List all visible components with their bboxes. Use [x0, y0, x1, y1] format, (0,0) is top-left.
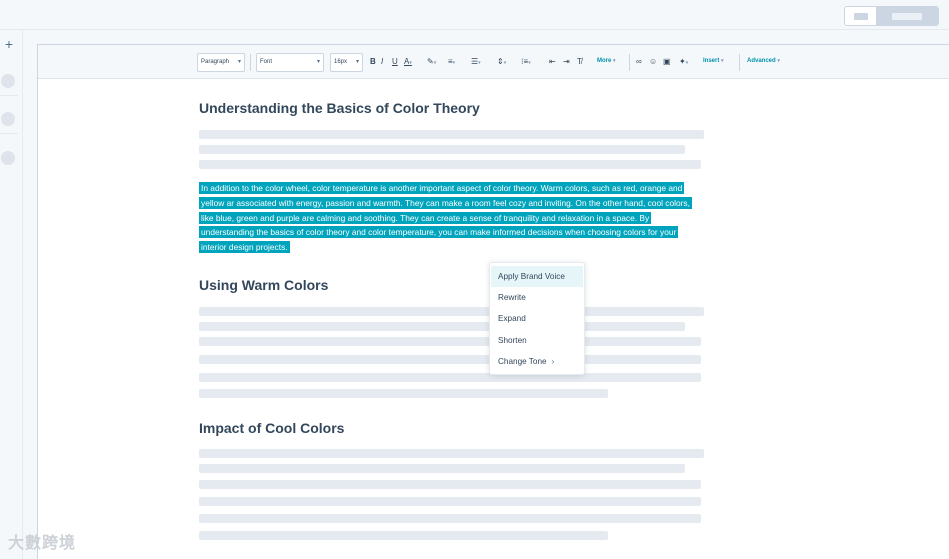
- placeholder-line: [199, 130, 704, 139]
- outdent-button[interactable]: ⇤: [549, 57, 556, 67]
- ai-context-menu: Apply Brand Voice Rewrite Expand Shorten…: [489, 262, 585, 375]
- view-toggle[interactable]: [844, 6, 939, 26]
- placeholder-line: [199, 389, 608, 398]
- chevron-down-icon: ▾: [613, 58, 616, 64]
- font-select[interactable]: Font ▾: [256, 53, 324, 72]
- advanced-menu[interactable]: Advanced ▾: [747, 58, 780, 64]
- selected-text: In addition to the color wheel, color te…: [199, 182, 692, 254]
- placeholder-line: [199, 160, 701, 169]
- paragraph-style-select[interactable]: Paragraph ▾: [197, 53, 245, 72]
- sparkle-icon: ✦: [679, 57, 686, 66]
- font-value: Font: [260, 59, 273, 65]
- placeholder-line: [199, 373, 701, 382]
- chevron-down-icon: ▾: [685, 60, 689, 66]
- indent-button[interactable]: ⇥: [563, 57, 570, 67]
- view-toggle-option-a[interactable]: [845, 7, 876, 25]
- font-size-select[interactable]: 16px ▾: [330, 53, 363, 72]
- menu-item-shorten[interactable]: Shorten: [491, 330, 583, 351]
- indent-icon: ⇥: [563, 57, 570, 66]
- line-spacing-button[interactable]: ⇕▾: [497, 57, 506, 68]
- italic-button[interactable]: I: [381, 57, 383, 67]
- editor-toolbar: Paragraph ▾ Font ▾ 16px ▾ B I U A▾ ✎▾ ≡▾…: [38, 45, 949, 79]
- emoji-icon: ☺: [649, 57, 658, 66]
- highlighter-icon: ✎: [427, 57, 434, 66]
- chevron-down-icon: ▾: [528, 60, 531, 66]
- chevron-down-icon: ▾: [316, 59, 320, 65]
- chevron-down-icon: ▾: [409, 60, 412, 66]
- text-color-button[interactable]: A▾: [404, 57, 412, 68]
- rail-divider: [0, 133, 18, 134]
- chevron-down-icon: ▾: [478, 60, 481, 66]
- chevron-down-icon: ▾: [237, 59, 241, 65]
- placeholder-line: [199, 449, 704, 458]
- clear-format-button[interactable]: T̸: [577, 57, 582, 67]
- chevron-down-icon: ▾: [777, 58, 780, 64]
- image-button[interactable]: ▣: [663, 57, 671, 67]
- heading-warm-colors: Using Warm Colors: [199, 277, 329, 293]
- placeholder-line: [199, 480, 701, 489]
- watermark-logo: 大數跨境: [8, 535, 77, 552]
- image-icon: ▣: [663, 57, 671, 66]
- align-button[interactable]: ≡▾: [448, 57, 455, 68]
- more-label: More: [597, 58, 612, 64]
- ai-assist-button[interactable]: ✦▾: [679, 57, 688, 68]
- insert-menu[interactable]: Insert ▾: [703, 58, 724, 64]
- placeholder-line: [199, 514, 701, 523]
- advanced-label: Advanced: [747, 58, 776, 64]
- toolbar-divider: [739, 54, 740, 71]
- placeholder-line: [199, 531, 608, 540]
- placeholder-line: [199, 145, 685, 154]
- outdent-icon: ⇤: [549, 57, 556, 66]
- heading-cool-colors: Impact of Cool Colors: [199, 420, 345, 436]
- paragraph-style-value: Paragraph: [201, 59, 230, 65]
- left-rail: +: [0, 30, 23, 559]
- view-toggle-option-b[interactable]: [876, 7, 938, 25]
- rail-divider: [0, 95, 18, 96]
- insert-label: Insert: [703, 58, 720, 64]
- menu-item-change-tone[interactable]: Change Tone ›: [491, 351, 583, 372]
- rail-avatar-2[interactable]: [1, 112, 15, 126]
- line-spacing-icon: ⇕: [497, 57, 504, 66]
- highlight-button[interactable]: ✎▾: [427, 57, 436, 68]
- placeholder-line: [199, 355, 701, 364]
- placeholder-line: [199, 307, 704, 316]
- add-icon[interactable]: +: [3, 37, 15, 51]
- list-style-button[interactable]: ☰▾: [471, 57, 481, 68]
- top-bar: [0, 0, 949, 30]
- clear-format-icon: T̸: [577, 57, 582, 66]
- rail-avatar-3[interactable]: [1, 151, 15, 165]
- heading-color-theory: Understanding the Basics of Color Theory: [199, 100, 480, 116]
- chevron-right-icon: ›: [551, 357, 555, 366]
- toolbar-divider: [629, 54, 630, 71]
- menu-item-expand[interactable]: Expand: [491, 308, 583, 329]
- placeholder-line: [199, 497, 701, 506]
- numbered-list-button[interactable]: ⁝≡▾: [521, 57, 531, 68]
- chevron-down-icon: ▾: [355, 59, 359, 65]
- placeholder-line: [199, 464, 685, 473]
- selected-paragraph[interactable]: In addition to the color wheel, color te…: [199, 181, 704, 255]
- menu-item-rewrite[interactable]: Rewrite: [491, 287, 583, 308]
- chevron-down-icon: ▾: [433, 60, 437, 66]
- link-button[interactable]: ∞: [636, 57, 642, 67]
- placeholder-line: [199, 337, 701, 346]
- chevron-down-icon: ▾: [721, 58, 724, 64]
- emoji-button[interactable]: ☺: [649, 57, 657, 67]
- menu-item-change-tone-label: Change Tone: [498, 357, 547, 366]
- font-size-value: 16px: [334, 59, 348, 65]
- toolbar-divider: [250, 54, 251, 71]
- bold-button[interactable]: B: [370, 57, 376, 67]
- menu-item-apply-brand-voice[interactable]: Apply Brand Voice: [491, 266, 583, 287]
- link-icon: ∞: [636, 57, 642, 66]
- more-menu[interactable]: More ▾: [597, 58, 616, 64]
- chevron-down-icon: ▾: [452, 60, 456, 66]
- underline-button[interactable]: U: [392, 57, 398, 67]
- rail-avatar-1[interactable]: [1, 74, 15, 88]
- placeholder-line: [199, 322, 685, 331]
- chevron-down-icon: ▾: [503, 60, 507, 66]
